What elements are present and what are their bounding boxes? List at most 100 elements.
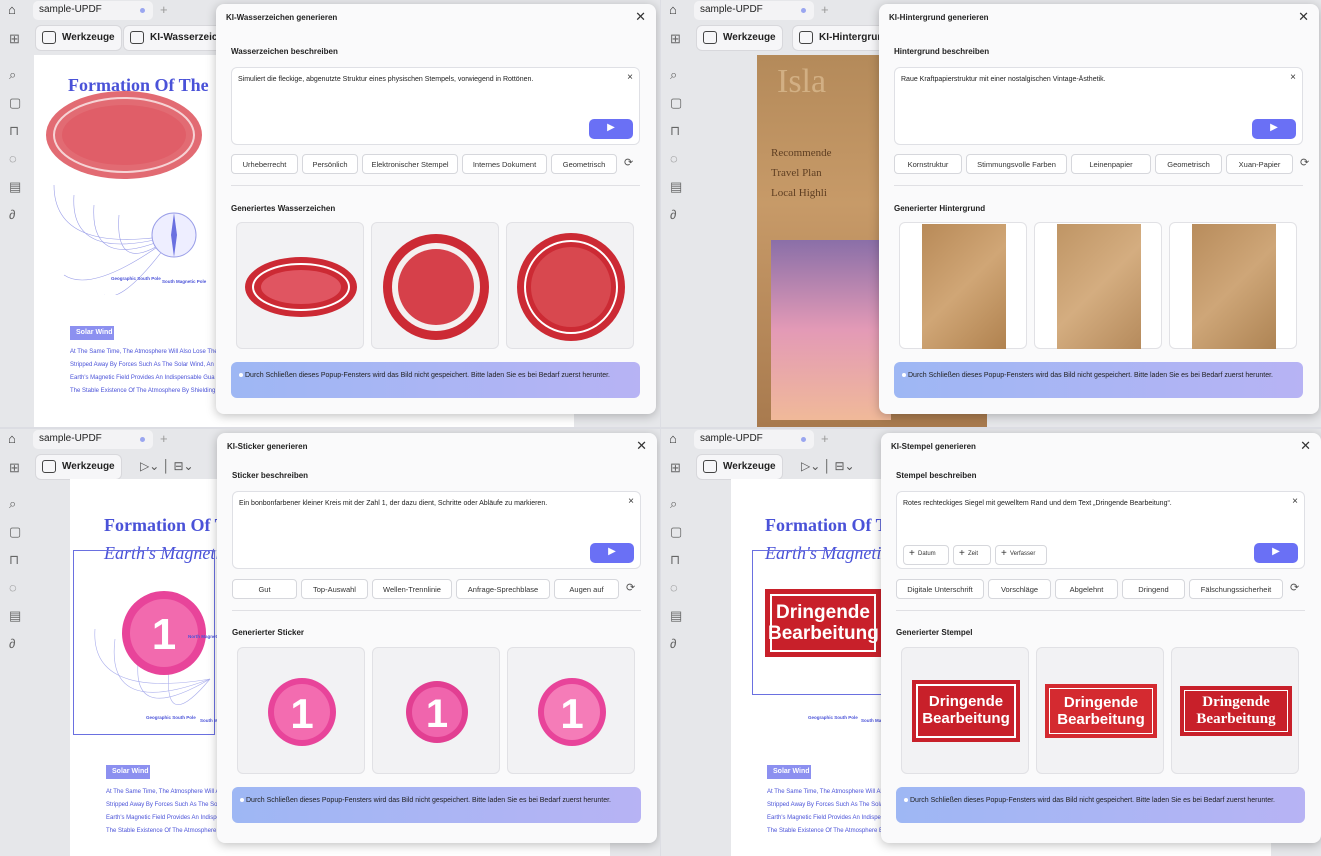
new-tab-icon[interactable]: + — [821, 431, 829, 446]
grid-icon[interactable]: ⊞ — [9, 460, 20, 476]
attachment-icon[interactable]: ∂ — [670, 207, 676, 222]
comment-icon[interactable]: ◌ — [9, 580, 17, 595]
send-button[interactable]: ▶ — [589, 119, 633, 139]
result-card[interactable]: Dringende Bearbeitung — [1036, 647, 1164, 774]
chip[interactable]: Top-Auswahl — [301, 579, 368, 599]
comment-icon[interactable]: ◌ — [9, 151, 17, 166]
close-icon[interactable]: ✕ — [635, 9, 646, 25]
chip[interactable]: Elektronischer Stempel — [362, 154, 458, 174]
prompt-input[interactable]: Ein bonbonfarbener kleiner Kreis mit der… — [232, 491, 641, 569]
grid-icon[interactable]: ⊞ — [9, 31, 20, 47]
search-icon[interactable]: ⌕ — [9, 67, 16, 83]
result-card[interactable] — [1034, 222, 1162, 349]
tools-button[interactable]: Werkzeuge — [35, 454, 122, 480]
home-icon[interactable]: ⌂ — [8, 431, 16, 446]
result-card[interactable] — [236, 222, 364, 349]
chip[interactable]: Internes Dokument — [462, 154, 547, 174]
chip[interactable]: Digitale Unterschrift — [896, 579, 984, 599]
search-icon[interactable]: ⌕ — [670, 67, 677, 83]
result-card[interactable] — [506, 222, 634, 349]
page-icon[interactable]: ▢ — [670, 524, 682, 540]
refresh-icon[interactable]: ⟳ — [1300, 156, 1309, 169]
prompt-input[interactable]: Raue Kraftpapierstruktur mit einer nosta… — [894, 67, 1303, 145]
result-card[interactable]: 1 — [237, 647, 365, 774]
result-card[interactable]: 1 — [507, 647, 635, 774]
result-card[interactable]: Dringende Bearbeitung — [901, 647, 1029, 774]
insert-date-button[interactable]: Datum — [903, 545, 949, 565]
chip[interactable]: Leinenpapier — [1071, 154, 1151, 174]
result-card[interactable] — [899, 222, 1027, 349]
grid-icon[interactable]: ⊞ — [670, 460, 681, 476]
chip[interactable]: Wellen-Trennlinie — [372, 579, 452, 599]
bookmark-icon[interactable]: ⊓ — [670, 552, 680, 568]
chip[interactable]: Fälschungssicherheit — [1189, 579, 1283, 599]
clear-icon[interactable]: × — [1292, 496, 1298, 507]
send-button[interactable]: ▶ — [1254, 543, 1298, 563]
cursor-tool-icon[interactable]: ▷⌄ │ ⊟⌄ — [801, 459, 855, 473]
comment-icon[interactable]: ◌ — [670, 151, 678, 166]
page-icon[interactable]: ▢ — [9, 524, 21, 540]
page-icon[interactable]: ▢ — [9, 95, 21, 111]
chip[interactable]: Urheberrecht — [231, 154, 298, 174]
chip[interactable]: Augen auf — [554, 579, 619, 599]
comment-icon[interactable]: ◌ — [670, 580, 678, 595]
bookmark-icon[interactable]: ⊓ — [9, 552, 19, 568]
chip[interactable]: Persönlich — [302, 154, 358, 174]
chip[interactable]: Vorschläge — [988, 579, 1051, 599]
attachment-icon[interactable]: ∂ — [9, 636, 15, 651]
home-icon[interactable]: ⌂ — [8, 2, 16, 17]
new-tab-icon[interactable]: + — [821, 2, 829, 17]
document-tab[interactable]: sample-UPDF — [33, 430, 153, 449]
chip[interactable]: Anfrage-Sprechblase — [456, 579, 550, 599]
layers-icon[interactable]: ▤ — [9, 608, 21, 624]
result-card[interactable] — [1169, 222, 1297, 349]
close-icon[interactable]: ✕ — [636, 438, 647, 454]
document-tab[interactable]: sample-UPDF — [694, 1, 814, 20]
chip[interactable]: Gut — [232, 579, 297, 599]
bookmark-icon[interactable]: ⊓ — [670, 123, 680, 139]
chip[interactable]: Abgelehnt — [1055, 579, 1118, 599]
clear-icon[interactable]: × — [627, 72, 633, 83]
send-button[interactable]: ▶ — [1252, 119, 1296, 139]
search-icon[interactable]: ⌕ — [670, 496, 677, 512]
clear-icon[interactable]: × — [628, 496, 634, 507]
layers-icon[interactable]: ▤ — [670, 179, 682, 195]
chip[interactable]: Xuan-Papier — [1226, 154, 1293, 174]
bookmark-icon[interactable]: ⊓ — [9, 123, 19, 139]
tools-button[interactable]: Werkzeuge — [696, 25, 783, 51]
attachment-icon[interactable]: ∂ — [9, 207, 15, 222]
chip[interactable]: Geometrisch — [551, 154, 617, 174]
result-card[interactable] — [371, 222, 499, 349]
insert-time-button[interactable]: Zeit — [953, 545, 991, 565]
refresh-icon[interactable]: ⟳ — [626, 581, 635, 594]
refresh-icon[interactable]: ⟳ — [1290, 581, 1299, 594]
new-tab-icon[interactable]: + — [160, 2, 168, 17]
chip[interactable]: Stimmungsvolle Farben — [966, 154, 1067, 174]
document-tab[interactable]: sample-UPDF — [33, 1, 153, 20]
chip[interactable]: Geometrisch — [1155, 154, 1222, 174]
page-icon[interactable]: ▢ — [670, 95, 682, 111]
document-tab[interactable]: sample-UPDF — [694, 430, 814, 449]
clear-icon[interactable]: × — [1290, 72, 1296, 83]
layers-icon[interactable]: ▤ — [670, 608, 682, 624]
watermark-overlay[interactable] — [42, 85, 207, 185]
tools-button[interactable]: Werkzeuge — [35, 25, 122, 51]
attachment-icon[interactable]: ∂ — [670, 636, 676, 651]
layers-icon[interactable]: ▤ — [9, 179, 21, 195]
cursor-tool-icon[interactable]: ▷⌄ │ ⊟⌄ — [140, 459, 194, 473]
refresh-icon[interactable]: ⟳ — [624, 156, 633, 169]
tools-button[interactable]: Werkzeuge — [696, 454, 783, 480]
insert-author-button[interactable]: Verfasser — [995, 545, 1047, 565]
close-icon[interactable]: ✕ — [1300, 438, 1311, 454]
grid-icon[interactable]: ⊞ — [670, 31, 681, 47]
close-icon[interactable]: ✕ — [1298, 9, 1309, 25]
new-tab-icon[interactable]: + — [160, 431, 168, 446]
send-button[interactable]: ▶ — [590, 543, 634, 563]
chip[interactable]: Kornstruktur — [894, 154, 962, 174]
result-card[interactable]: 1 — [372, 647, 500, 774]
prompt-input[interactable]: Rotes rechteckiges Siegel mit gewelltem … — [896, 491, 1305, 569]
home-icon[interactable]: ⌂ — [669, 2, 677, 17]
search-icon[interactable]: ⌕ — [9, 496, 16, 512]
prompt-input[interactable]: Simuliert die fleckige, abgenutzte Struk… — [231, 67, 640, 145]
home-icon[interactable]: ⌂ — [669, 431, 677, 446]
